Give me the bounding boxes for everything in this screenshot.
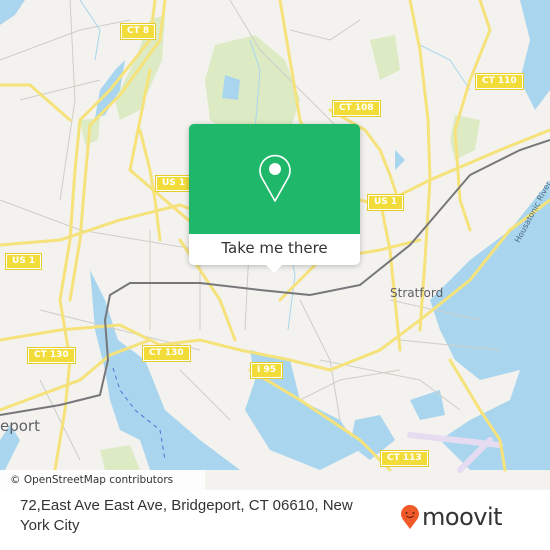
road-shield-ct108: CT 108 — [332, 100, 381, 117]
water-area — [90, 270, 240, 470]
moovit-wordmark: moovit — [422, 503, 503, 531]
moovit-pin-icon — [401, 505, 419, 529]
road-shield-us1: US 1 — [154, 175, 193, 192]
address-text: 72,East Ave East Ave, Bridgeport, CT 066… — [20, 497, 353, 534]
road-shield-us1: US 1 — [4, 253, 43, 270]
park-area — [100, 445, 140, 470]
road-shield-i95: I 95 — [249, 362, 284, 379]
place-label-stratford: Stratford — [390, 286, 444, 300]
map-view[interactable]: CT 8 CT 108 CT 110 US 1 US 1 US 1 CT 130… — [0, 0, 550, 490]
road-shield-ct130: CT 130 — [27, 347, 76, 364]
road-shield-ct130: CT 130 — [142, 345, 191, 362]
location-popup: Take me there — [189, 124, 360, 273]
road-shield-us1: US 1 — [366, 194, 405, 211]
map-attribution[interactable]: © OpenStreetMap contributors — [0, 470, 205, 490]
water-area — [0, 0, 25, 25]
footer: 72,East Ave East Ave, Bridgeport, CT 066… — [0, 490, 550, 550]
moovit-logo[interactable]: moovit — [400, 503, 503, 531]
location-pin-icon — [259, 154, 291, 202]
place-label-bridgeport: eport — [0, 417, 40, 435]
water-area — [395, 150, 405, 170]
water-area — [520, 0, 550, 110]
popup-pointer — [265, 264, 283, 273]
take-me-there-button[interactable]: Take me there — [189, 234, 360, 265]
road-shield-ct8: CT 8 — [119, 23, 157, 40]
road-shield-ct110: CT 110 — [475, 73, 524, 90]
road-shield-ct113: CT 113 — [380, 450, 429, 467]
popup-header — [189, 124, 360, 234]
park-area — [370, 35, 400, 80]
